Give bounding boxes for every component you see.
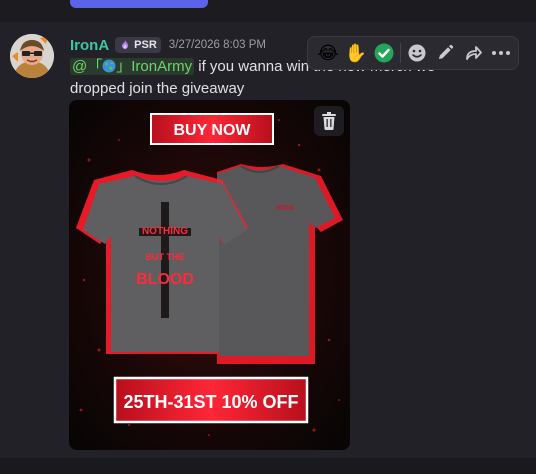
reaction-joy[interactable]: 😂 [314,39,342,67]
chat-panel: IronA PSR 3/27/2026 8:03 PM @「 」IronArmy … [0,0,536,474]
check-reaction-icon [374,43,394,63]
buy-now-banner: BUY NOW [150,113,274,145]
edit-icon [439,44,454,59]
server-tag[interactable]: PSR [115,37,161,53]
more-button[interactable] [487,39,515,67]
trash-icon [322,112,336,130]
add-reaction-icon [408,44,426,62]
reaction-hand[interactable]: ✋ [342,39,370,67]
message-toolbar: 😂 ✋ [307,36,519,70]
mention-prefix: @「 [72,58,103,75]
forward-icon [466,46,482,60]
toolbar-separator [400,43,401,63]
sale-banner-text: 25TH-31ST 10% OFF [123,392,298,412]
globe-icon [102,59,116,73]
merch-image-attachment[interactable]: BUY NOW IRON NOTHING BUT THE BLOOD 25TH-… [69,100,350,450]
message-list-bottom [0,458,536,474]
back-logo-text: IRON [276,205,294,212]
edit-button[interactable] [431,39,459,67]
tag-fire-icon [122,40,129,49]
shirt-text-line2: BUT THE [146,252,185,262]
mention-role-name: 」IronArmy [116,58,193,75]
shirt-text-line3: BLOOD [136,271,194,288]
timestamp: 3/27/2026 8:03 PM [168,39,266,51]
more-icon [492,51,510,55]
delete-attachment-button[interactable] [314,106,344,136]
reaction-check[interactable] [370,39,398,67]
buy-now-text: BUY NOW [173,122,251,139]
tag-label: PSR [134,39,157,51]
avatar[interactable] [10,34,54,78]
chat-message: IronA PSR 3/27/2026 8:03 PM @「 」IronArmy … [0,22,536,462]
forward-button[interactable] [459,39,487,67]
message-header: IronA PSR 3/27/2026 8:03 PM [70,36,266,54]
previous-message-button[interactable] [70,0,208,8]
shirt-text-line1: NOTHING [142,226,188,237]
role-mention[interactable]: @「 」IronArmy [70,58,195,75]
sale-banner: 25TH-31ST 10% OFF [113,376,309,424]
add-reaction-button[interactable] [403,39,431,67]
username[interactable]: IronA [70,37,109,54]
